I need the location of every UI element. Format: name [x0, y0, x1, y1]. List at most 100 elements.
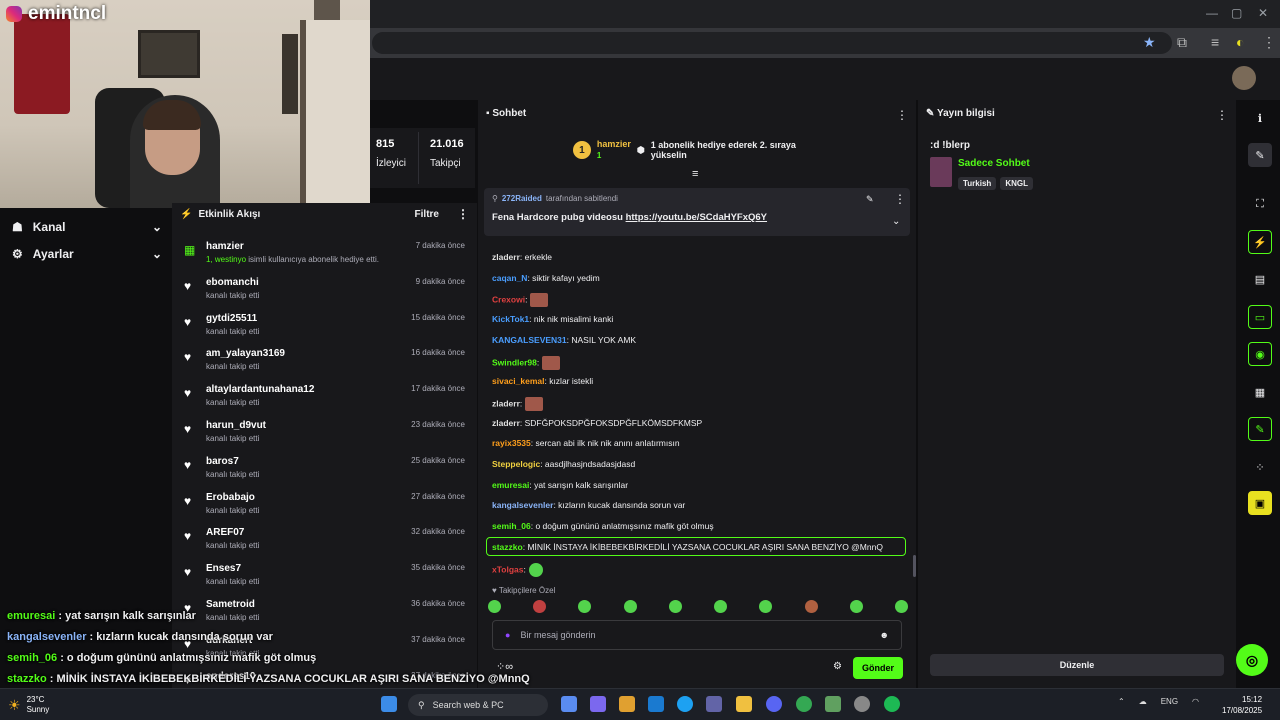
- emote[interactable]: [804, 600, 818, 613]
- emote[interactable]: [623, 600, 637, 613]
- activity-user[interactable]: harun_d9vut: [206, 420, 266, 431]
- user-avatar[interactable]: [1232, 66, 1256, 90]
- store-icon[interactable]: [619, 696, 635, 712]
- activity-user[interactable]: am_yalayan3169: [206, 348, 285, 359]
- chat-username[interactable]: Steppelogic: [492, 459, 540, 469]
- chat-scrollbar[interactable]: [913, 555, 916, 577]
- emote[interactable]: [714, 600, 728, 613]
- chat-username[interactable]: emuresai: [492, 480, 529, 490]
- activity-user[interactable]: altaylardantunahana12: [206, 384, 314, 395]
- chevron-down-icon[interactable]: ⌄: [892, 216, 900, 227]
- chat-username[interactable]: Swindler98: [492, 357, 537, 367]
- unpin-icon[interactable]: ✎: [866, 194, 874, 205]
- broadcast-icon[interactable]: ◉: [1248, 342, 1272, 366]
- language-indicator[interactable]: ENG: [1161, 697, 1178, 706]
- chat-username[interactable]: semih_06: [492, 521, 531, 531]
- edge-icon[interactable]: [677, 696, 693, 712]
- outlook-icon[interactable]: [648, 696, 664, 712]
- clock[interactable]: 15:12 17/08/2025: [1222, 694, 1262, 716]
- emote[interactable]: [668, 600, 682, 613]
- chat-username[interactable]: KickTok1: [492, 314, 529, 324]
- filter-button[interactable]: Filtre: [415, 209, 439, 220]
- tools-icon[interactable]: ⁘: [1248, 455, 1272, 479]
- activity-user[interactable]: AREF07: [206, 527, 244, 538]
- chat-username[interactable]: sivaci_kemal: [492, 376, 544, 386]
- cloud-icon[interactable]: ☁: [1139, 697, 1147, 706]
- activity-row[interactable]: ♥ altaylardantunahana12 kanalı takip etti 1…: [172, 380, 477, 416]
- discord-icon[interactable]: [766, 696, 782, 712]
- more-icon[interactable]: ⋮: [457, 207, 469, 221]
- more-icon[interactable]: ⋮: [894, 192, 906, 206]
- minecraft-icon[interactable]: [825, 696, 841, 712]
- close-icon[interactable]: ✕: [1258, 6, 1268, 20]
- wrench-icon[interactable]: ✎: [1248, 417, 1272, 441]
- chat-username[interactable]: kangalsevenler: [492, 500, 553, 510]
- send-button[interactable]: Gönder: [853, 657, 903, 679]
- clapper-icon[interactable]: ▣: [1248, 491, 1272, 515]
- spotify-icon[interactable]: [884, 696, 900, 712]
- emote[interactable]: [578, 600, 592, 613]
- chat-username[interactable]: stazzko: [492, 542, 523, 552]
- activity-user[interactable]: hamzier: [206, 241, 244, 252]
- app-icon[interactable]: [590, 696, 606, 712]
- more-icon[interactable]: ⋮: [896, 108, 908, 122]
- activity-row[interactable]: ♥ am_yalayan3169 kanalı takip etti 16 dakik…: [172, 344, 477, 380]
- taskbar-search[interactable]: ⚲ Search web & PC: [408, 694, 548, 716]
- extensions-icon[interactable]: ⧉: [1177, 34, 1187, 51]
- chat-username[interactable]: zladerr: [492, 418, 520, 428]
- wifi-icon[interactable]: ◠: [1192, 697, 1199, 706]
- info-icon[interactable]: ℹ: [1248, 106, 1272, 130]
- chat-username[interactable]: KANGALSEVEN31: [492, 335, 567, 345]
- chevron-up-icon[interactable]: ⌃: [1118, 697, 1125, 706]
- windows-start-icon[interactable]: [381, 696, 397, 712]
- gift-leaderboard-banner[interactable]: 1 hamzier 1 ⬢ 1 abonelik hediye ederek 2…: [573, 136, 833, 164]
- nav-item-kanal[interactable]: ☗ Kanal ⌄: [12, 220, 162, 234]
- chat-username[interactable]: zladerr: [492, 252, 520, 262]
- activity-row[interactable]: ♥ Erobabajo kanalı takip etti 27 dakika önc…: [172, 488, 477, 524]
- activity-user[interactable]: Enses7: [206, 563, 241, 574]
- activity-row[interactable]: ♥ harun_d9vut kanalı takip etti 23 dakika ö…: [172, 416, 477, 452]
- chat-input[interactable]: ● Bir mesaj gönderin ☻: [492, 620, 902, 650]
- settings-icon[interactable]: ⚙: [833, 661, 842, 672]
- emote[interactable]: [894, 600, 908, 613]
- chat-username[interactable]: Crexowi: [492, 295, 525, 305]
- copilot-icon[interactable]: [561, 696, 577, 712]
- category-name[interactable]: Sadece Sohbet: [958, 158, 1030, 169]
- file-explorer-icon[interactable]: [736, 696, 752, 712]
- teams-icon[interactable]: [706, 696, 722, 712]
- activity-row[interactable]: ♥ gytdi25511 kanalı takip etti 15 dakika ön…: [172, 309, 477, 345]
- obs-icon[interactable]: [854, 696, 870, 712]
- chat-icon[interactable]: ▭: [1248, 305, 1272, 329]
- activity-row[interactable]: ♥ AREF07 kanalı takip etti 32 dakika önce: [172, 523, 477, 559]
- media-controls-icon[interactable]: ≡: [1211, 34, 1219, 50]
- activity-user[interactable]: ebomanchi: [206, 277, 259, 288]
- activity-user[interactable]: Sametroid: [206, 599, 255, 610]
- emote[interactable]: [849, 600, 863, 613]
- layout-icon[interactable]: ▦: [1248, 380, 1272, 404]
- document-icon[interactable]: ▤: [1248, 267, 1272, 291]
- chat-username[interactable]: caqan_N: [492, 273, 527, 283]
- tag[interactable]: KNGL: [1000, 177, 1033, 190]
- tag[interactable]: Turkish: [958, 177, 997, 190]
- emote[interactable]: [759, 600, 773, 613]
- activity-user[interactable]: gytdi25511: [206, 313, 257, 324]
- address-field[interactable]: [372, 32, 1172, 54]
- activity-user[interactable]: baros7: [206, 456, 239, 467]
- bookmark-star-icon[interactable]: ★: [1143, 34, 1156, 51]
- activity-user[interactable]: Erobabajo: [206, 492, 255, 503]
- activity-row[interactable]: ▦ hamzier 1, westinyo isimli kullanıcıya a…: [172, 237, 477, 273]
- profile-icon[interactable]: ◐: [1236, 34, 1244, 50]
- maximize-icon[interactable]: ▢: [1231, 6, 1242, 20]
- edit-icon[interactable]: ✎: [1248, 143, 1272, 167]
- activity-row[interactable]: ♥ baros7 kanalı takip etti 25 dakika önce: [172, 452, 477, 488]
- chat-username[interactable]: rayix3535: [492, 438, 531, 448]
- activity-row[interactable]: ♥ Enses7 kanalı takip etti 35 dakika önce: [172, 559, 477, 595]
- chat-username[interactable]: zladerr: [492, 398, 520, 408]
- browser-menu-icon[interactable]: ⋮: [1262, 34, 1276, 51]
- chat-username[interactable]: xTolgas: [492, 564, 524, 574]
- activity-row[interactable]: ♥ ebomanchi kanalı takip etti 9 dakika önce: [172, 273, 477, 309]
- bolt-icon[interactable]: ⚡: [1248, 230, 1272, 254]
- edit-button[interactable]: Düzenle: [930, 654, 1224, 676]
- fullscreen-icon[interactable]: ⛶: [1248, 192, 1272, 216]
- expand-icon[interactable]: ≡: [692, 168, 698, 180]
